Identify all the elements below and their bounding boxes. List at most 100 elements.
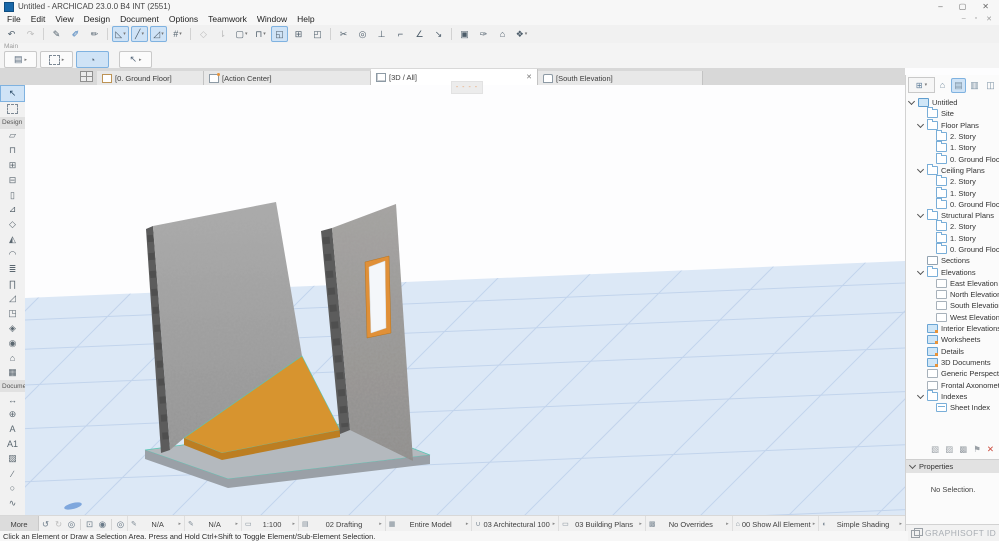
lock-button[interactable]: ⊓▾: [252, 26, 269, 42]
tree-item-generic-perspective[interactable]: Generic Perspective: [906, 368, 999, 379]
explode-button[interactable]: ◰: [309, 26, 326, 42]
menu-teamwork[interactable]: Teamwork: [203, 14, 252, 24]
fit-in-window-icon[interactable]: ⊡: [83, 519, 96, 530]
publisher-button[interactable]: ◫: [983, 78, 998, 93]
tree-item-east-elevation[interactable]: East Elevation: [906, 278, 999, 289]
tab-0-ground-floor[interactable]: [0. Ground Floor]: [97, 71, 204, 85]
renovation-filter-quick-option[interactable]: ⌂00 Show All Elements▸: [732, 516, 819, 532]
tree-item-0-ground-floor[interactable]: 0. Ground Floor: [906, 199, 999, 210]
properties-header[interactable]: Properties: [906, 459, 999, 474]
suspend-groups-button[interactable]: ◱: [271, 26, 288, 42]
railing-tool[interactable]: ∏: [0, 277, 25, 292]
navigate-back-icon[interactable]: ↺: [39, 519, 52, 530]
tree-item-floor-plans[interactable]: Floor Plans: [906, 120, 999, 131]
spline-tool[interactable]: ∿: [0, 496, 25, 511]
window-tool[interactable]: ⊞: [0, 158, 25, 173]
curtain-wall-tool[interactable]: ⊟: [0, 173, 25, 188]
level-dimension-tool[interactable]: ⊕: [0, 407, 25, 422]
expand-chevron-icon[interactable]: [917, 211, 924, 218]
menu-document[interactable]: Document: [115, 14, 164, 24]
tree-item-sheet-index[interactable]: Sheet Index: [906, 402, 999, 413]
close-button[interactable]: ✕: [982, 2, 989, 11]
menu-options[interactable]: Options: [164, 14, 203, 24]
zone-tool[interactable]: ⌂: [0, 351, 25, 366]
tree-item-0-ground-floor[interactable]: 0. Ground Floor: [906, 244, 999, 255]
wall-tool[interactable]: ▱: [0, 129, 25, 144]
snap-grid-button[interactable]: #▾: [169, 26, 186, 42]
snap-references-button[interactable]: ◿▾: [150, 26, 167, 42]
tree-item-elevations[interactable]: Elevations: [906, 266, 999, 277]
tree-item-north-elevation[interactable]: North Elevation: [906, 289, 999, 300]
menu-view[interactable]: View: [50, 14, 78, 24]
measure-button[interactable]: ✏: [86, 26, 103, 42]
door-tool[interactable]: ⊓: [0, 143, 25, 158]
project-chooser-button[interactable]: ⊞ ▾: [908, 77, 935, 93]
modify-button[interactable]: ▣: [456, 26, 473, 42]
override-pen-quick-option[interactable]: ✎N/A▸: [184, 516, 241, 532]
restore-panel-icon[interactable]: [911, 530, 920, 538]
hotlink-button[interactable]: ⌂: [494, 26, 511, 42]
tab-overview-icon[interactable]: [80, 71, 93, 82]
tree-item-worksheets[interactable]: Worksheets: [906, 334, 999, 345]
stair-tool[interactable]: ≣: [0, 262, 25, 277]
intersect-button[interactable]: ⊥: [373, 26, 390, 42]
model-filter-quick-option[interactable]: ▦Entire Model▸: [385, 516, 472, 532]
autogroup-button[interactable]: ▢▾: [233, 26, 250, 42]
menu-edit[interactable]: Edit: [26, 14, 51, 24]
inject-parameters-button[interactable]: ✐: [67, 26, 84, 42]
project-map-button[interactable]: ⌂: [935, 78, 950, 93]
save-current-view-button[interactable]: ▨: [945, 444, 953, 455]
library-button[interactable]: ❖▾: [513, 26, 530, 42]
tab-south-elevation[interactable]: [South Elevation]: [538, 71, 703, 85]
guide-lines-button[interactable]: ◺▾: [112, 26, 129, 42]
marquee-mode-button[interactable]: ▸: [40, 51, 73, 68]
arrow-tool[interactable]: ↖: [1, 86, 24, 101]
tree-item-0-ground-floor[interactable]: 0. Ground Floor: [906, 153, 999, 164]
tree-item-1-story[interactable]: 1. Story: [906, 142, 999, 153]
morph-tool[interactable]: ◳: [0, 306, 25, 321]
undo-button[interactable]: ↶: [3, 26, 20, 42]
chamfer-button[interactable]: ∠: [411, 26, 428, 42]
tree-item-frontal-axonometry[interactable]: Frontal Axonometry: [906, 379, 999, 390]
tree-item-indexes[interactable]: Indexes: [906, 391, 999, 402]
text-tool[interactable]: A: [0, 422, 25, 437]
adjust-button[interactable]: ◎: [354, 26, 371, 42]
tree-item-2-story[interactable]: 2. Story: [906, 221, 999, 232]
label-tool[interactable]: A1: [0, 437, 25, 452]
marquee-tool[interactable]: [0, 102, 25, 117]
doc-restore-button[interactable]: ▫: [975, 15, 977, 23]
slab-tool[interactable]: ◇: [0, 217, 25, 232]
shading-quick-option[interactable]: ◐Simple Shading▸: [818, 516, 905, 532]
tree-item-site[interactable]: Site: [906, 108, 999, 119]
gravity-button[interactable]: ◇: [195, 26, 212, 42]
expand-chevron-icon[interactable]: [908, 98, 915, 105]
3d-viewport[interactable]: [25, 85, 905, 515]
line-tool[interactable]: ∕: [0, 466, 25, 481]
expand-chevron-icon[interactable]: [917, 392, 924, 399]
zoom-to-selection-icon[interactable]: ◎: [114, 519, 127, 530]
tab-action-center[interactable]: [Action Center]: [204, 71, 371, 85]
menu-file[interactable]: File: [2, 14, 26, 24]
arrow-tool-button[interactable]: ↖▸: [119, 51, 152, 68]
dimension-tool[interactable]: ↔: [0, 392, 25, 407]
maximize-button[interactable]: ▢: [959, 2, 967, 11]
tree-item-1-story[interactable]: 1. Story: [906, 233, 999, 244]
navigate-forward-icon[interactable]: ↻: [52, 519, 65, 530]
delete-button[interactable]: ✕: [987, 444, 994, 455]
tree-item-west-elevation[interactable]: West Elevation: [906, 312, 999, 323]
expand-chevron-icon[interactable]: [917, 121, 924, 128]
dimension-style-quick-option[interactable]: ∪03 Architectural 100▸: [471, 516, 558, 532]
mesh-tool[interactable]: ▦: [0, 365, 25, 380]
minimize-button[interactable]: –: [938, 2, 942, 11]
menu-help[interactable]: Help: [292, 14, 319, 24]
tree-item-south-elevation[interactable]: South Elevation: [906, 300, 999, 311]
tree-item-2-story[interactable]: 2. Story: [906, 176, 999, 187]
tree-item-interior-elevations[interactable]: Interior Elevations: [906, 323, 999, 334]
circle-tool[interactable]: ○: [0, 481, 25, 496]
zoom-icon[interactable]: ◎: [65, 519, 78, 530]
guide-segments-button[interactable]: ╱▾: [131, 26, 148, 42]
plane-snap-button[interactable]: ⇂: [214, 26, 231, 42]
explore-model-icon[interactable]: ◉: [96, 519, 109, 530]
tree-item-structural-plans[interactable]: Structural Plans: [906, 210, 999, 221]
tree-item-1-story[interactable]: 1. Story: [906, 187, 999, 198]
